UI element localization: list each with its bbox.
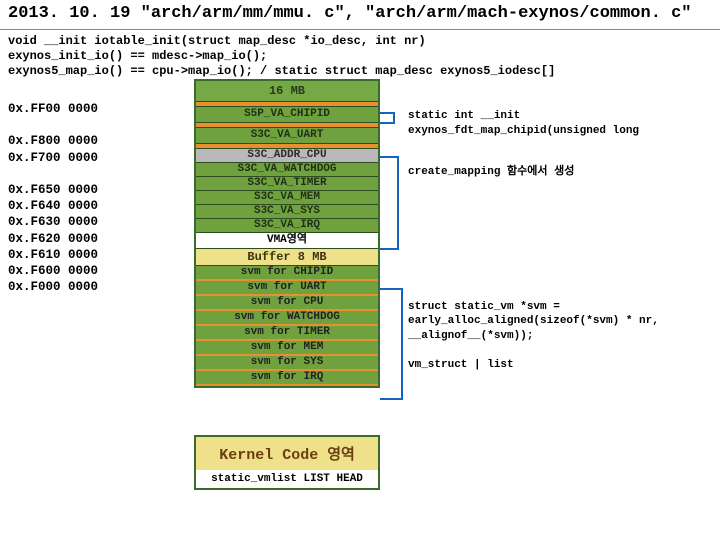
- annotation-column: static int __init exynos_fdt_map_chipid(…: [408, 109, 712, 373]
- addr-7: 0x.F630 0000: [8, 214, 98, 230]
- svm-row-mem: svm for MEM: [196, 341, 378, 356]
- note-struct-line-3: __alignof__(*svm));: [408, 329, 712, 344]
- code-line-2: exynos_init_io() == mdesc->map_io();: [8, 49, 712, 64]
- addr-3: 0x.F700 0000: [8, 150, 98, 166]
- note-vm-struct-list: vm_struct | list: [408, 358, 712, 373]
- mem-row-mem: S3C_VA_MEM: [196, 191, 378, 205]
- svm-row-uart: svm for UART: [196, 281, 378, 296]
- svm-row-watchdog: svm for WATCHDOG: [196, 311, 378, 326]
- svm-row-irq: svm for IRQ: [196, 371, 378, 386]
- addr-10: 0x.F600 0000: [8, 263, 98, 279]
- svm-row-timer: svm for TIMER: [196, 326, 378, 341]
- mem-row-vma: VMA영역: [196, 233, 378, 249]
- address-column: 0x.FF00 0000 0x.F800 0000 0x.F700 0000 0…: [8, 101, 98, 296]
- addr-0: 0x.FF00 0000: [8, 101, 98, 117]
- addr-6: 0x.F640 0000: [8, 198, 98, 214]
- addr-5: 0x.F650 0000: [8, 182, 98, 198]
- code-line-3: exynos5_map_io() == cpu->map_io(); / sta…: [8, 64, 712, 79]
- mem-row-buffer: Buffer 8 MB: [196, 249, 378, 266]
- svm-row-chipid: svm for CHIPID: [196, 266, 378, 281]
- note-struct-line-2: early_alloc_aligned(sizeof(*svm) * nr,: [408, 314, 712, 329]
- svm-row-sys: svm for SYS: [196, 356, 378, 371]
- mem-row-chipid: S5P_VA_CHIPID: [196, 107, 378, 123]
- note-create-mapping: create_mapping 함수에서 생성: [408, 165, 712, 180]
- kernel-code-sub: static_vmlist LIST HEAD: [196, 470, 378, 488]
- code-line-1: void __init iotable_init(struct map_desc…: [8, 34, 712, 49]
- note-fdt-map-chipid: static int __init exynos_fdt_map_chipid(…: [408, 109, 712, 139]
- note-struct-line-1: struct static_vm *svm =: [408, 300, 712, 315]
- code-block: void __init iotable_init(struct map_desc…: [0, 30, 720, 79]
- kernel-code-title: Kernel Code 영역: [196, 437, 378, 470]
- mem-row-irq: S3C_VA_IRQ: [196, 219, 378, 233]
- kernel-code-box: Kernel Code 영역 static_vmlist LIST HEAD: [194, 435, 380, 490]
- slide-title: 2013. 10. 19 "arch/arm/mm/mmu. c", "arch…: [0, 0, 720, 30]
- mem-row-sys: S3C_VA_SYS: [196, 205, 378, 219]
- addr-2: 0x.F800 0000: [8, 133, 98, 149]
- addr-11: 0x.F000 0000: [8, 279, 98, 295]
- diagram-area: 0x.FF00 0000 0x.F800 0000 0x.F700 0000 0…: [0, 79, 720, 539]
- addr-9: 0x.F610 0000: [8, 247, 98, 263]
- memory-map-column: 16 MB S5P_VA_CHIPID S3C_VA_UART S3C_ADDR…: [194, 79, 380, 388]
- mem-row-uart: S3C_VA_UART: [196, 128, 378, 144]
- note-struct-static-vm: struct static_vm *svm = early_alloc_alig…: [408, 300, 712, 345]
- mem-row-watchdog: S3C_VA_WATCHDOG: [196, 163, 378, 177]
- mem-row-addrcpu: S3C_ADDR_CPU: [196, 149, 378, 163]
- mem-row-timer: S3C_VA_TIMER: [196, 177, 378, 191]
- svm-row-cpu: svm for CPU: [196, 296, 378, 311]
- addr-8: 0x.F620 0000: [8, 231, 98, 247]
- mem-header-16mb: 16 MB: [196, 81, 378, 102]
